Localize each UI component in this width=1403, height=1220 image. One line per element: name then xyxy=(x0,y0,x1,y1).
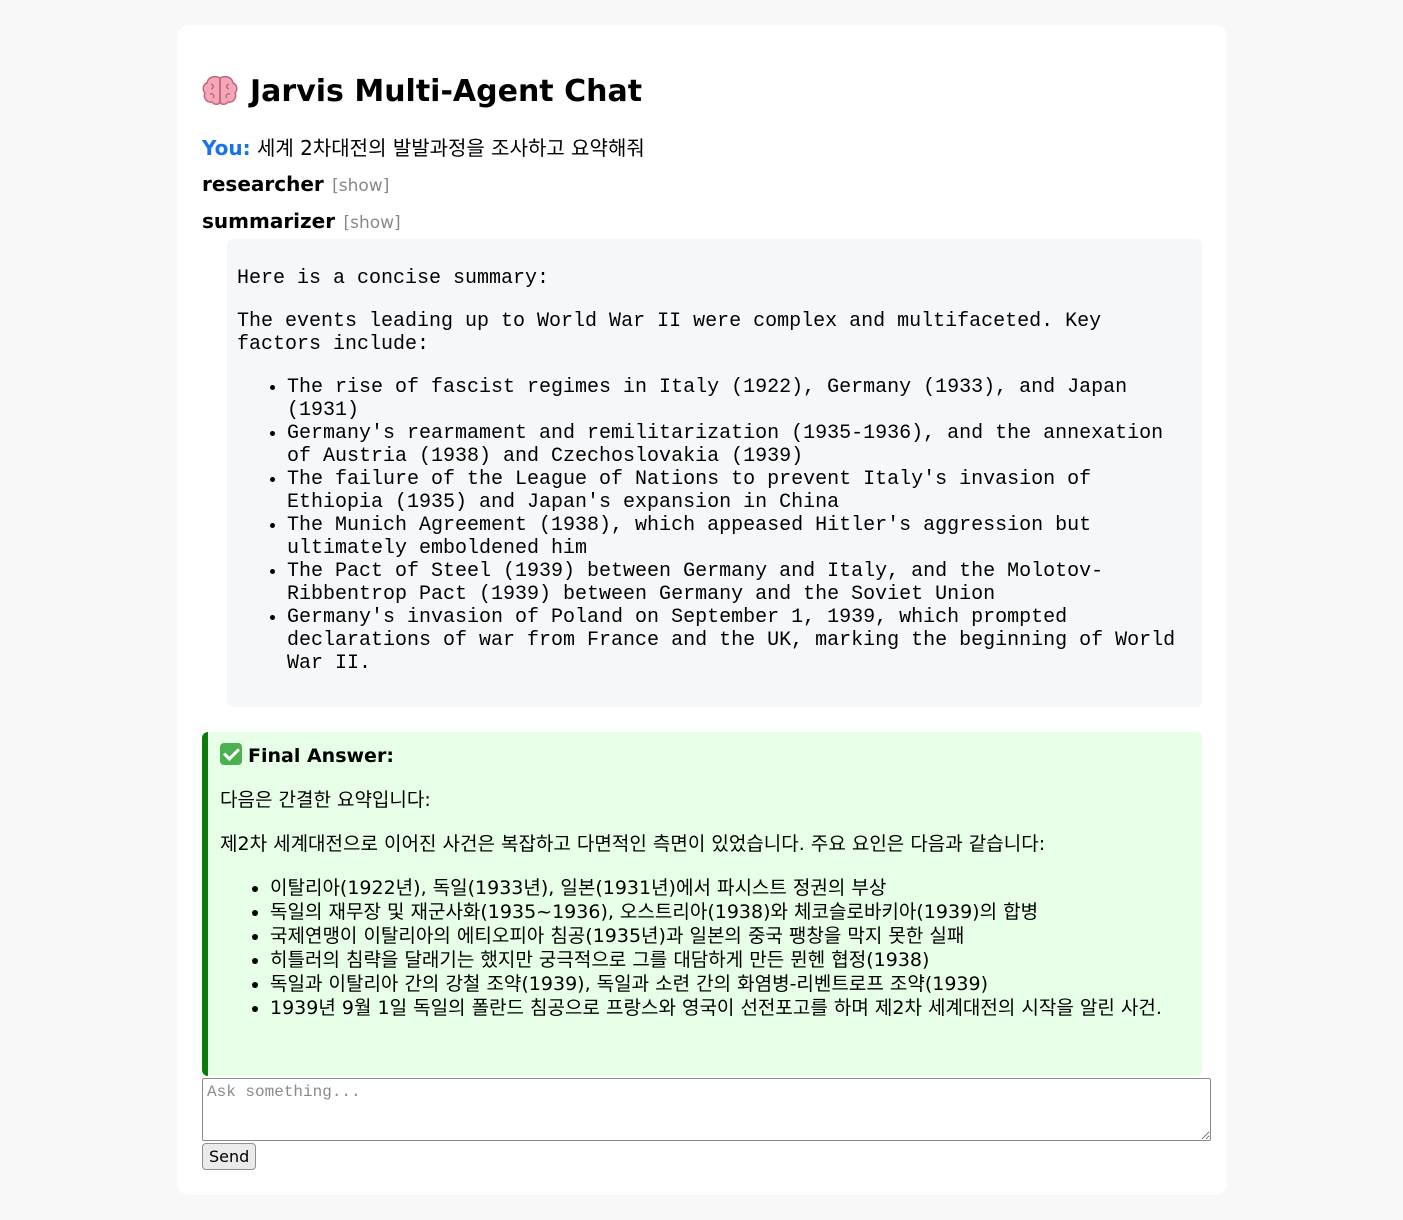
send-button[interactable]: Send xyxy=(202,1143,257,1170)
user-label: You: xyxy=(202,136,251,160)
list-item: 히틀러의 침략을 달래기는 했지만 궁극적으로 그를 대담하게 만든 뮌헨 협정… xyxy=(270,948,1190,972)
summary-list: The rise of fascist regimes in Italy (19… xyxy=(237,376,1192,675)
final-answer-list: 이탈리아(1922년), 독일(1933년), 일본(1931년)에서 파시스트… xyxy=(220,876,1190,1020)
agent-name: researcher xyxy=(202,172,324,196)
summary-lead: The events leading up to World War II we… xyxy=(237,310,1102,356)
final-answer-heading: Final Answer: xyxy=(220,743,1190,768)
summarizer-output: Here is a concise summary: The events le… xyxy=(227,239,1202,707)
list-item: The Pact of Steel (1939) between Germany… xyxy=(287,560,1192,606)
final-answer-intro: 다음은 간결한 요약입니다: xyxy=(220,789,431,811)
list-item: The rise of fascist regimes in Italy (19… xyxy=(287,376,1192,422)
check-mark-icon xyxy=(220,743,242,765)
list-item: Germany's rearmament and remilitarizatio… xyxy=(287,422,1192,468)
list-item: 1939년 9월 1일 독일의 폴란드 침공으로 프랑스와 영국이 선전포고를 … xyxy=(270,996,1190,1020)
page-title-text: Jarvis Multi-Agent Chat xyxy=(250,74,643,109)
list-item: The failure of the League of Nations to … xyxy=(287,468,1192,514)
list-item: Germany's invasion of Poland on Septembe… xyxy=(287,606,1192,675)
page-title: Jarvis Multi-Agent Chat xyxy=(202,72,642,112)
summary-intro: Here is a concise summary: xyxy=(237,267,550,290)
ask-input[interactable] xyxy=(202,1078,1211,1141)
user-message: You: 세계 2차대전의 발발과정을 조사하고 요약해줘 xyxy=(202,135,645,161)
agent-name: summarizer xyxy=(202,209,336,233)
chat-card: Jarvis Multi-Agent Chat You: 세계 2차대전의 발발… xyxy=(177,25,1227,1195)
list-item: 독일과 이탈리아 간의 강철 조약(1939), 독일과 소련 간의 화염병-리… xyxy=(270,972,1190,996)
list-item: The Munich Agreement (1938), which appea… xyxy=(287,514,1192,560)
user-message-text: 세계 2차대전의 발발과정을 조사하고 요약해줘 xyxy=(256,136,645,160)
list-item: 이탈리아(1922년), 독일(1933년), 일본(1931년)에서 파시스트… xyxy=(270,876,1190,900)
final-answer-lead: 제2차 세계대전으로 이어진 사건은 복잡하고 다면적인 측면이 있었습니다. … xyxy=(220,833,1046,855)
brain-icon xyxy=(202,75,238,105)
final-answer-heading-text: Final Answer: xyxy=(248,745,394,767)
agent-researcher: researcher [show] xyxy=(202,171,389,199)
show-toggle-summarizer[interactable]: [show] xyxy=(343,213,400,233)
show-toggle-researcher[interactable]: [show] xyxy=(332,176,389,196)
final-answer-panel: Final Answer: 다음은 간결한 요약입니다: 제2차 세계대전으로 … xyxy=(202,732,1202,1076)
agent-summarizer: summarizer [show] xyxy=(202,208,401,236)
list-item: 국제연맹이 이탈리아의 에티오피아 침공(1935년)과 일본의 중국 팽창을 … xyxy=(270,924,1190,948)
list-item: 독일의 재무장 및 재군사화(1935~1936), 오스트리아(1938)와 … xyxy=(270,900,1190,924)
